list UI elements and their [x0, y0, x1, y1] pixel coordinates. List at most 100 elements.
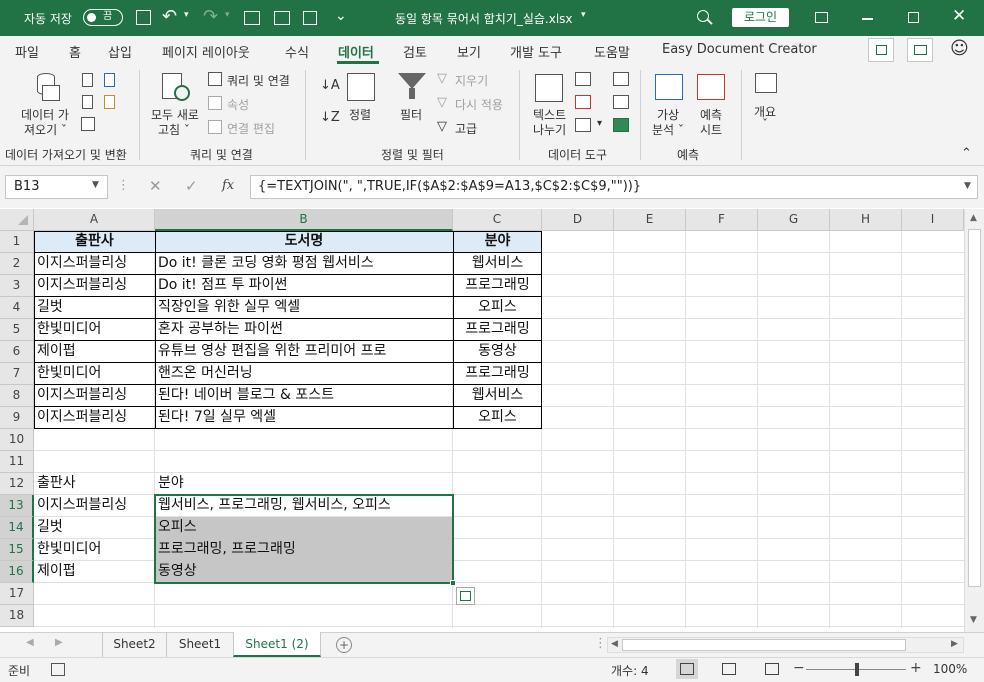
form-icon[interactable]: [303, 11, 317, 25]
insert-function-icon[interactable]: fx: [222, 178, 234, 193]
grid-icon[interactable]: [274, 11, 290, 25]
table-cell[interactable]: 유튜브 영상 편집을 위한 프리미어 프로: [155, 341, 453, 363]
tab-formulas[interactable]: 수식: [285, 42, 309, 61]
minimize-icon[interactable]: [862, 18, 873, 20]
get-data-button-icon[interactable]: [34, 73, 60, 105]
table-cell[interactable]: 된다! 네이버 블로그 & 포스트: [155, 385, 453, 407]
what-if-label-2[interactable]: 분석 ˇ: [652, 121, 684, 138]
vertical-scroll-thumb[interactable]: [968, 229, 981, 587]
undo-dropdown-icon[interactable]: ▾: [184, 10, 189, 20]
table-cell[interactable]: 이지스퍼블리싱: [34, 407, 155, 429]
normal-view-button[interactable]: [676, 659, 698, 679]
row-header[interactable]: 4: [0, 297, 34, 319]
table-cell[interactable]: 프로그래밍: [453, 319, 542, 341]
column-header-g[interactable]: G: [758, 209, 830, 231]
refresh-all-label-2[interactable]: 고침 ˇ: [158, 121, 190, 138]
queries-connections-icon[interactable]: [208, 72, 222, 86]
login-button[interactable]: 로그인: [732, 8, 789, 27]
result-cell[interactable]: 한빛미디어: [34, 539, 155, 561]
outline-dropdown-icon[interactable]: ˇ: [762, 117, 768, 131]
row-header[interactable]: 3: [0, 275, 34, 297]
tab-home[interactable]: 홈: [69, 42, 81, 61]
sort-descending-icon[interactable]: ↓Z: [320, 110, 340, 125]
data-validation-dropdown-icon[interactable]: ▾: [597, 118, 602, 129]
row-header[interactable]: 13: [0, 495, 34, 517]
column-header-f[interactable]: F: [686, 209, 758, 231]
horizontal-scroll-thumb[interactable]: [622, 639, 906, 651]
result-cell[interactable]: 길벗: [34, 517, 155, 539]
save-icon[interactable]: [136, 10, 151, 25]
scroll-up-icon[interactable]: ▲: [970, 213, 977, 223]
tab-help[interactable]: 도움말: [594, 42, 630, 61]
scroll-left-icon[interactable]: ◀: [611, 639, 618, 649]
horizontal-scrollbar[interactable]: ◀ ▶: [607, 637, 964, 653]
zoom-slider-thumb[interactable]: [855, 663, 859, 676]
table-cell[interactable]: 동영상: [453, 341, 542, 363]
sheet-tab-sheet1-2[interactable]: Sheet1 (2): [233, 632, 321, 657]
recent-sources-icon[interactable]: [104, 95, 115, 109]
table-cell[interactable]: 이지스퍼블리싱: [34, 275, 155, 297]
undo-icon[interactable]: ↶: [162, 6, 177, 27]
result-cell[interactable]: 제이펍: [34, 561, 155, 583]
scroll-down-icon[interactable]: ▼: [970, 615, 977, 625]
row-header[interactable]: 5: [0, 319, 34, 341]
table-cell[interactable]: 제이펍: [34, 341, 155, 363]
row-header[interactable]: 15: [0, 539, 34, 561]
close-icon[interactable]: ✕: [952, 6, 966, 26]
page-layout-view-icon[interactable]: [722, 663, 736, 675]
table-cell[interactable]: 이지스퍼블리싱: [34, 253, 155, 275]
tab-split-handle-icon[interactable]: ⋮: [594, 636, 607, 651]
cell-a12[interactable]: 출판사: [34, 473, 155, 495]
fill-handle[interactable]: [450, 580, 456, 586]
scroll-right-icon[interactable]: ▶: [951, 639, 958, 649]
outline-icon[interactable]: [755, 73, 777, 93]
table-cell[interactable]: 길벗: [34, 297, 155, 319]
manage-data-model-icon[interactable]: [613, 118, 629, 132]
table-cell[interactable]: 웹서비스: [453, 385, 542, 407]
table-cell[interactable]: 오피스: [453, 297, 542, 319]
table-cell[interactable]: 직장인을 위한 실무 엑셀: [155, 297, 453, 319]
formula-input[interactable]: {=TEXTJOIN(", ",TRUE,IF($A$2:$A$9=A13,$C…: [250, 175, 978, 199]
expand-formula-bar-icon[interactable]: ▼: [964, 181, 971, 191]
customize-qat-icon[interactable]: ⌄: [335, 8, 347, 24]
forecast-label-2[interactable]: 시트: [700, 121, 722, 138]
collapse-ribbon-icon[interactable]: ⌃: [961, 146, 972, 161]
table-cell[interactable]: 한빛미디어: [34, 319, 155, 341]
cell-a1[interactable]: 출판사: [34, 231, 155, 253]
quick-analysis-button[interactable]: [456, 587, 475, 605]
data-validation-icon[interactable]: [575, 118, 591, 132]
row-header[interactable]: 6: [0, 341, 34, 363]
text-to-columns-label-2[interactable]: 나누기: [533, 121, 566, 138]
table-cell[interactable]: 된다! 7일 실무 엑셀: [155, 407, 453, 429]
relationships-icon[interactable]: [613, 95, 629, 109]
sheet-next-icon[interactable]: ▶: [55, 637, 63, 648]
filter-icon[interactable]: [398, 73, 426, 101]
vertical-scrollbar[interactable]: ▲ ▼: [964, 209, 984, 632]
sheet-tab-sheet1[interactable]: Sheet1: [166, 632, 233, 657]
comments-button[interactable]: [907, 38, 933, 62]
tab-insert[interactable]: 삽입: [108, 42, 132, 61]
maximize-icon[interactable]: [908, 12, 919, 23]
table-cell[interactable]: 웹서비스: [453, 253, 542, 275]
table-cell[interactable]: 오피스: [453, 407, 542, 429]
cell-b12[interactable]: 분야: [155, 473, 453, 495]
tab-file[interactable]: 파일: [15, 42, 39, 61]
table-cell[interactable]: 이지스퍼블리싱: [34, 385, 155, 407]
select-all-corner[interactable]: [0, 209, 34, 231]
row-header[interactable]: 7: [0, 363, 34, 385]
table-cell[interactable]: 핸즈온 머신러닝: [155, 363, 453, 385]
new-file-icon[interactable]: [244, 11, 260, 25]
sort-button[interactable]: 정렬: [349, 106, 371, 123]
ribbon-display-icon[interactable]: [815, 12, 828, 23]
table-cell[interactable]: 혼자 공부하는 파이썬: [155, 319, 453, 341]
column-header-c[interactable]: C: [453, 209, 542, 231]
result-cell[interactable]: 이지스퍼블리싱: [34, 495, 155, 517]
table-cell[interactable]: 한빛미디어: [34, 363, 155, 385]
zoom-level[interactable]: 100%: [933, 662, 967, 676]
get-data-label-2[interactable]: 져오기 ˇ: [24, 121, 67, 138]
table-cell[interactable]: Do it! 클론 코딩 영화 평점 웹서비스: [155, 253, 453, 275]
add-sheet-icon[interactable]: +: [336, 637, 352, 653]
column-header-b[interactable]: B: [155, 209, 453, 231]
row-header[interactable]: 12: [0, 473, 34, 495]
tab-developer[interactable]: 개발 도구: [510, 42, 562, 61]
